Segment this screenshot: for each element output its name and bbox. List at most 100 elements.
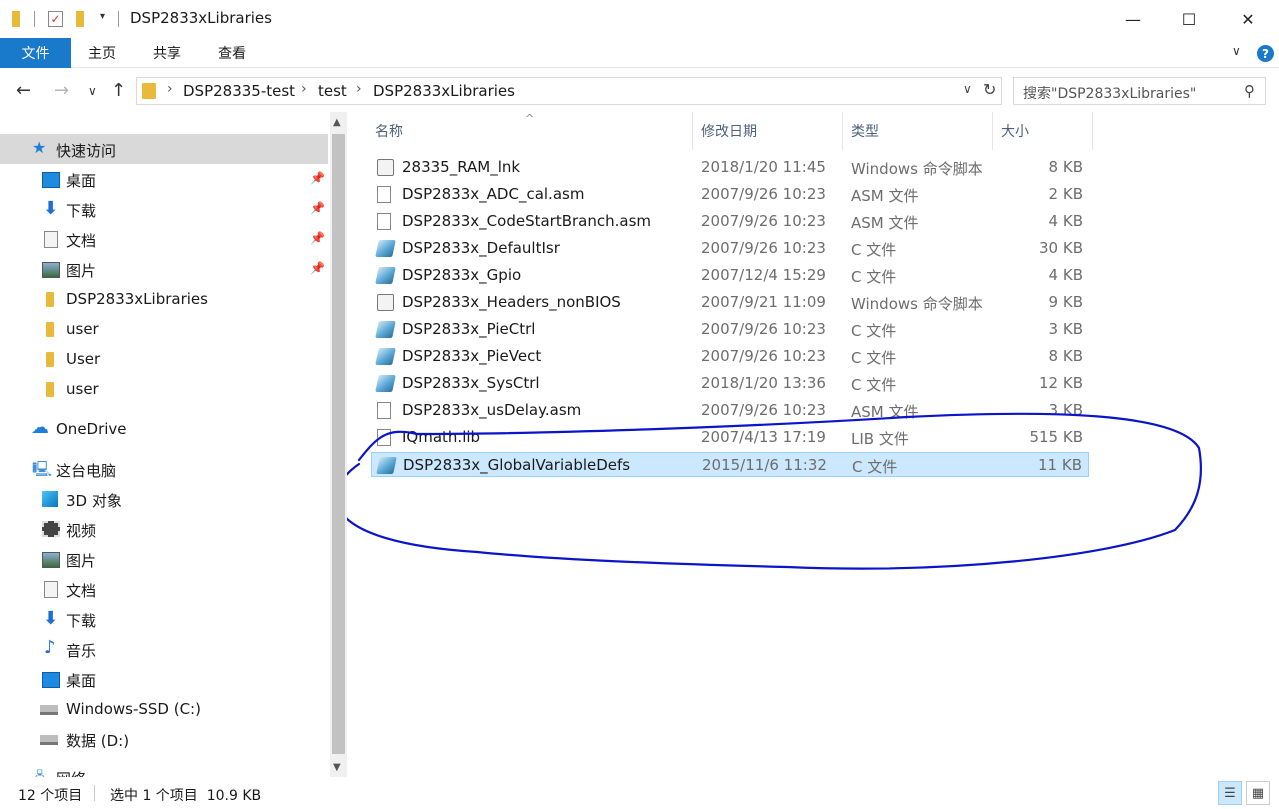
- sidebar-item-pictures[interactable]: 图片: [0, 544, 328, 574]
- address-bar[interactable]: › DSP28335-test › test › DSP2833xLibrari…: [136, 77, 1002, 105]
- 3d-objects-icon: [42, 491, 58, 507]
- sidebar-item-music[interactable]: ♪ 音乐: [0, 634, 328, 664]
- sidebar-item-this-pc[interactable]: 🖳 这台电脑: [0, 454, 328, 484]
- sidebar-item-dsp2833xlibraries[interactable]: DSP2833xLibraries: [0, 284, 328, 314]
- file-size: 8 KB: [1048, 347, 1083, 365]
- c-file-icon: [375, 240, 396, 257]
- folder-icon: [46, 292, 54, 307]
- new-folder-icon[interactable]: [76, 11, 84, 27]
- column-header-name[interactable]: 名称: [375, 112, 403, 150]
- properties-icon[interactable]: ✓: [48, 11, 63, 27]
- folder-icon: [46, 322, 54, 337]
- onedrive-icon: ☁: [31, 417, 49, 438]
- pin-icon[interactable]: 📌: [310, 261, 325, 275]
- details-view-button[interactable]: ☰: [1218, 781, 1242, 805]
- sidebar-item-downloads[interactable]: ⬇ 下载: [0, 604, 328, 634]
- file-row[interactable]: DSP2833x_CodeStartBranch.asm 2007/9/26 10…: [371, 209, 1089, 234]
- sidebar-item-drive-c[interactable]: Windows-SSD (C:): [0, 694, 328, 724]
- selection-info: 选中 1 个项目 10.9 KB: [110, 788, 262, 804]
- breadcrumb-separator[interactable]: ›: [356, 81, 362, 97]
- column-divider[interactable]: [842, 112, 843, 150]
- file-row[interactable]: DSP2833x_ADC_cal.asm 2007/9/26 10:23 ASM 文…: [371, 182, 1089, 207]
- file-row[interactable]: DSP2833x_PieCtrl 2007/9/26 10:23 C 文件 3 KB: [371, 317, 1089, 342]
- column-header-type[interactable]: 类型: [851, 112, 879, 150]
- title-bar: ✓ ▾ DSP2833xLibraries — ☐ ✕: [0, 0, 1279, 38]
- breadcrumb-separator[interactable]: ›: [167, 81, 173, 97]
- maximize-button[interactable]: ☐: [1162, 0, 1216, 38]
- breadcrumb-item[interactable]: DSP2833xLibraries: [373, 82, 515, 100]
- download-icon: ⬇: [43, 608, 59, 629]
- close-button[interactable]: ✕: [1221, 0, 1275, 38]
- file-type: C 文件: [851, 268, 897, 286]
- desktop-icon: [42, 172, 60, 188]
- customize-toolbar-icon[interactable]: ▾: [100, 11, 105, 31]
- file-row[interactable]: DSP2833x_PieVect 2007/9/26 10:23 C 文件 8 KB: [371, 344, 1089, 369]
- file-size: 2 KB: [1048, 185, 1083, 203]
- blank-file-icon: [377, 213, 391, 230]
- sidebar-item-quick-access[interactable]: ★ 快速访问: [0, 134, 328, 164]
- address-dropdown-icon[interactable]: ∨: [963, 82, 972, 96]
- help-icon[interactable]: ?: [1257, 45, 1274, 62]
- sort-ascending-icon: ^: [525, 112, 535, 125]
- sidebar-scrollbar[interactable]: ▲ ▼: [330, 112, 347, 777]
- navigation-pane: ★ 快速访问 桌面 📌 ⬇ 下载 📌 文档 📌 图片 📌 DSP2833xLib…: [0, 112, 330, 777]
- scroll-down-icon[interactable]: ▼: [333, 762, 341, 773]
- search-placeholder: 搜索"DSP2833xLibraries": [1023, 86, 1197, 102]
- picture-icon: [42, 262, 60, 278]
- column-header-date[interactable]: 修改日期: [701, 112, 757, 150]
- breadcrumb-item[interactable]: DSP28335-test: [183, 82, 295, 100]
- column-divider[interactable]: [992, 112, 993, 150]
- window-title: DSP2833xLibraries: [130, 9, 272, 27]
- file-row[interactable]: DSP2833x_Headers_nonBIOS 2007/9/21 11:09 W…: [371, 290, 1089, 315]
- large-icons-view-icon: ▦: [1251, 785, 1265, 801]
- file-size: 4 KB: [1048, 266, 1083, 284]
- sidebar-item-documents[interactable]: 文档 📌: [0, 224, 328, 254]
- forward-button[interactable]: →: [54, 80, 69, 101]
- sidebar-item-3d-objects[interactable]: 3D 对象: [0, 484, 328, 514]
- breadcrumb-item[interactable]: test: [318, 82, 347, 100]
- sidebar-item-user[interactable]: user: [0, 374, 328, 404]
- file-row[interactable]: DSP2833x_GlobalVariableDefs 2015/11/6 11:…: [371, 452, 1089, 477]
- scrollbar-thumb[interactable]: [332, 134, 345, 754]
- sidebar-item-downloads[interactable]: ⬇ 下载 📌: [0, 194, 328, 224]
- sidebar-item-desktop[interactable]: 桌面: [0, 664, 328, 694]
- sidebar-item-documents[interactable]: 文档: [0, 574, 328, 604]
- breadcrumb-separator[interactable]: ›: [301, 81, 307, 97]
- sidebar-item-network[interactable]: 🖧 网络: [0, 762, 328, 777]
- file-size: 8 KB: [1048, 158, 1083, 176]
- large-icons-view-button[interactable]: ▦: [1246, 781, 1270, 805]
- minimize-button[interactable]: —: [1106, 0, 1160, 38]
- sidebar-item-user[interactable]: User: [0, 344, 328, 374]
- up-button[interactable]: ↑: [111, 80, 126, 101]
- back-button[interactable]: ←: [16, 80, 31, 101]
- sidebar-item-pictures[interactable]: 图片 📌: [0, 254, 328, 284]
- sidebar-item-drive-d[interactable]: 数据 (D:): [0, 724, 328, 754]
- scroll-up-icon[interactable]: ▲: [333, 117, 341, 128]
- pin-icon[interactable]: 📌: [310, 201, 325, 215]
- pin-icon[interactable]: 📌: [310, 171, 325, 185]
- sidebar-item-desktop[interactable]: 桌面 📌: [0, 164, 328, 194]
- file-row[interactable]: DSP2833x_DefaultIsr 2007/9/26 10:23 C 文件 30…: [371, 236, 1089, 261]
- refresh-icon[interactable]: ↻: [983, 80, 996, 99]
- file-row[interactable]: DSP2833x_Gpio 2007/12/4 15:29 C 文件 4 KB: [371, 263, 1089, 288]
- tab-home[interactable]: 主页: [88, 38, 116, 68]
- column-divider[interactable]: [692, 112, 693, 150]
- recent-locations-icon[interactable]: ∨: [88, 84, 97, 98]
- sidebar-item-onedrive[interactable]: ☁ OneDrive: [0, 414, 328, 444]
- file-row[interactable]: DSP2833x_usDelay.asm 2007/9/26 10:23 ASM 文…: [371, 398, 1089, 423]
- file-row[interactable]: IQmath.lib 2007/4/13 17:19 LIB 文件 515 KB: [371, 425, 1089, 450]
- column-divider[interactable]: [1092, 112, 1093, 150]
- sidebar-item-user[interactable]: user: [0, 314, 328, 344]
- tab-share[interactable]: 共享: [153, 38, 181, 68]
- file-row[interactable]: 28335_RAM_lnk 2018/1/20 11:45 Windows 命令脚本…: [371, 155, 1089, 180]
- search-input[interactable]: 搜索"DSP2833xLibraries" ⚲: [1013, 77, 1266, 105]
- ribbon-expand-icon[interactable]: ∨: [1232, 44, 1241, 58]
- tab-view[interactable]: 查看: [218, 38, 246, 68]
- tab-file[interactable]: 文件: [0, 38, 71, 68]
- sidebar-item-videos[interactable]: 视频: [0, 514, 328, 544]
- file-row[interactable]: DSP2833x_SysCtrl 2018/1/20 13:36 C 文件 12 KB: [371, 371, 1089, 396]
- search-icon[interactable]: ⚲: [1244, 82, 1255, 100]
- column-header-size[interactable]: 大小: [1001, 112, 1029, 150]
- sidebar-item-label: DSP2833xLibraries: [66, 290, 208, 308]
- pin-icon[interactable]: 📌: [310, 231, 325, 245]
